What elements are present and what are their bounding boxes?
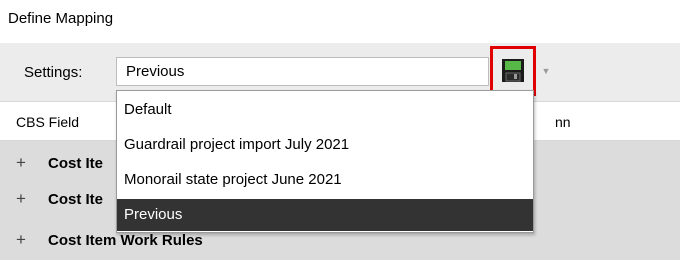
expand-icon[interactable]: + bbox=[16, 230, 26, 250]
dropdown-option-label: Default bbox=[124, 101, 172, 118]
save-settings-button[interactable] bbox=[490, 46, 536, 96]
settings-dropdown-arrow[interactable]: ▼ bbox=[537, 57, 555, 86]
dropdown-option-selected[interactable]: Previous bbox=[117, 199, 533, 231]
column-header-cbs-field[interactable]: CBS Field bbox=[16, 114, 79, 130]
settings-dropdown-list: Default Guardrail project import July 20… bbox=[116, 90, 534, 233]
column-header-right[interactable]: nn bbox=[555, 114, 571, 130]
settings-label: Settings: bbox=[24, 64, 83, 81]
dropdown-option-label: Previous bbox=[124, 206, 183, 223]
dropdown-option-label: Monorail state project June 2021 bbox=[124, 171, 342, 188]
expand-icon[interactable]: + bbox=[16, 189, 26, 209]
settings-combobox[interactable]: Previous bbox=[116, 57, 489, 86]
grid-row-label: Cost Ite bbox=[48, 155, 104, 172]
grid-row-label: Cost Ite bbox=[48, 191, 104, 208]
chevron-down-icon: ▼ bbox=[541, 66, 551, 76]
settings-combobox-value: Previous bbox=[126, 63, 185, 80]
floppy-disk-icon bbox=[502, 59, 524, 82]
expand-icon[interactable]: + bbox=[16, 153, 26, 173]
dropdown-option[interactable]: Default bbox=[117, 94, 533, 126]
dropdown-option-label: Guardrail project import July 2021 bbox=[124, 136, 350, 153]
dropdown-option[interactable]: Guardrail project import July 2021 bbox=[117, 129, 533, 161]
dialog-title: Define Mapping bbox=[8, 10, 114, 27]
grid-row-label: Cost Item Work Rules bbox=[48, 232, 203, 249]
dropdown-option[interactable]: Monorail state project June 2021 bbox=[117, 164, 533, 196]
